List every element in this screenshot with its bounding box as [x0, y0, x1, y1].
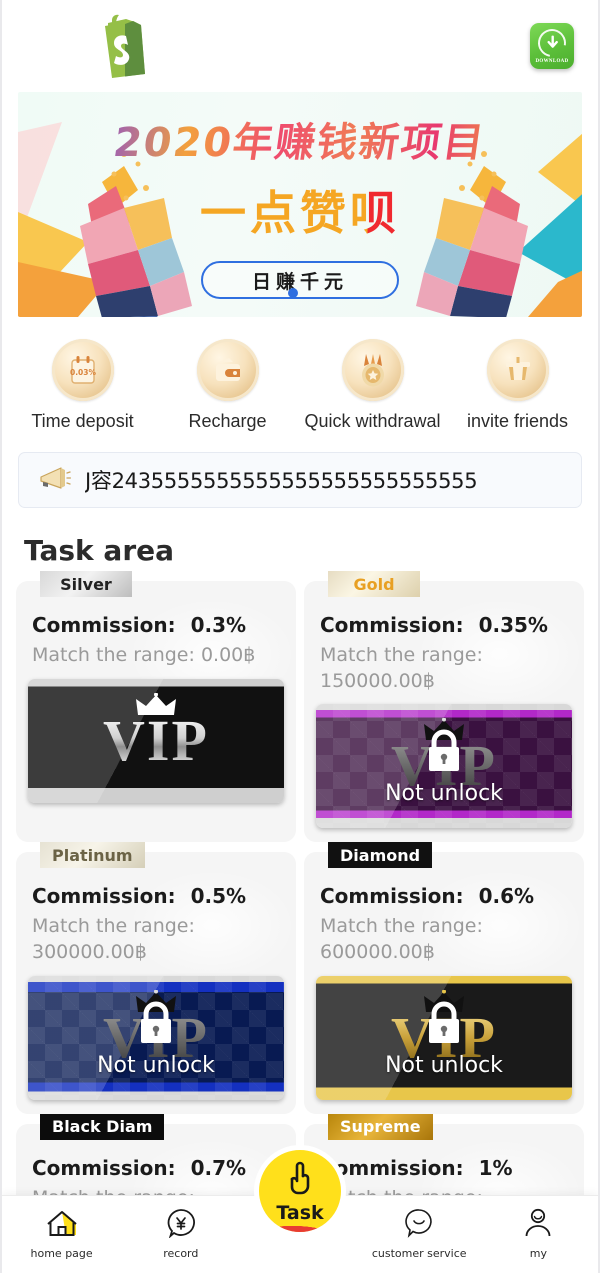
- task-fab-button[interactable]: Task: [254, 1145, 346, 1237]
- yen-circle-icon: [165, 1208, 197, 1243]
- tab-label: customer service: [371, 1247, 467, 1260]
- tab-label: my: [529, 1247, 548, 1260]
- commission-value: 1%: [478, 1155, 513, 1180]
- vip-card-image: VIP: [28, 678, 284, 803]
- crown-icon: [134, 692, 178, 722]
- level-badge: Silver: [40, 571, 132, 597]
- banner-subtitle: 一点赞呗: [18, 177, 582, 243]
- commission-value: 0.7%: [190, 1155, 247, 1180]
- range-label: Match the range:: [32, 644, 195, 666]
- shopify-bag-icon[interactable]: [92, 12, 154, 80]
- quick-action-label: Recharge: [188, 411, 267, 431]
- quick-action-quick-withdrawal[interactable]: Quick withdrawal: [303, 339, 443, 432]
- level-badge: Platinum: [40, 842, 145, 869]
- smiley-chat-icon: [403, 1208, 435, 1243]
- quick-action-invite-friends[interactable]: invite friends: [448, 339, 588, 432]
- svg-text:0.03%: 0.03%: [69, 368, 96, 377]
- level-badge: Diamond: [328, 842, 433, 869]
- commission-label: Commission:: [32, 884, 176, 909]
- level-badge: Black Diam: [40, 1113, 165, 1140]
- task-level-card[interactable]: Gold Commission: 0.35% Match the range: …: [304, 571, 584, 843]
- lock-icon: [422, 726, 466, 779]
- wallet-icon: [196, 339, 259, 401]
- range-label: Match the range:: [320, 644, 483, 666]
- megaphone-icon: [37, 465, 72, 496]
- app-header: DOWNLOAD: [2, 0, 598, 92]
- download-label: DOWNLOAD: [535, 58, 569, 64]
- commission-row: Commission: 0.3%: [32, 613, 284, 637]
- vip-card-image: VIP Not unlock: [316, 704, 572, 829]
- commission-label: Commission:: [32, 613, 176, 637]
- quick-action-label: Time deposit: [31, 411, 134, 431]
- range-value: 150000.00฿: [320, 669, 435, 692]
- commission-row: Commission: 0.5%: [32, 884, 284, 908]
- locked-label: Not unlock: [385, 781, 503, 807]
- page-title: Task area: [24, 534, 175, 567]
- range-label: Match the range:: [320, 915, 483, 938]
- tab-record[interactable]: record: [121, 1196, 240, 1260]
- range-value: 0.00฿: [200, 644, 256, 666]
- person-icon: [522, 1208, 554, 1243]
- tab-label: home page: [30, 1247, 93, 1260]
- range-row: Match the range: 300000.00฿: [32, 914, 284, 965]
- task-level-card[interactable]: Silver Commission: 0.3% Match the range:…: [16, 571, 296, 843]
- quick-actions: 0.03% Time deposit Recharge Quick withdr…: [2, 317, 598, 438]
- vip-card-image: VIP Not unlock: [28, 975, 284, 1100]
- commission-value: 0.6%: [478, 884, 535, 909]
- level-badge: Gold: [328, 571, 420, 597]
- locked-overlay: Not unlock: [316, 704, 572, 828]
- banner-title: 2020年赚钱新项目: [18, 110, 582, 168]
- commission-label: Commission:: [320, 884, 464, 909]
- range-value: 300000.00฿: [32, 940, 147, 963]
- range-row: Match the range: 0.00฿: [32, 643, 284, 669]
- level-badge: Supreme: [328, 1113, 433, 1140]
- range-row: Match the range: 150000.00฿: [320, 643, 572, 694]
- calendar-rate-icon: 0.03%: [51, 339, 114, 401]
- home-icon: [45, 1208, 79, 1243]
- commission-value: 0.35%: [478, 613, 548, 637]
- locked-overlay: Not unlock: [28, 976, 284, 1100]
- tab-customer-service[interactable]: customer service: [360, 1196, 479, 1260]
- tab-my[interactable]: my: [479, 1196, 598, 1260]
- task-fab-label: Task: [276, 1202, 324, 1224]
- notice-bar[interactable]: J容2435555555555555555555555555: [18, 452, 582, 508]
- commission-row: Commission: 0.6%: [320, 884, 572, 908]
- download-arrow-icon: [532, 23, 572, 62]
- app-screen: DOWNLOAD 2020年赚钱新项目 一点赞呗 日赚千元 0.03% Time…: [0, 0, 600, 1273]
- quick-action-label: Quick withdrawal: [304, 411, 441, 431]
- range-value: 600000.00฿: [320, 940, 435, 963]
- commission-label: Commission:: [320, 613, 464, 637]
- banner-dot: [288, 288, 298, 298]
- commission-label: Commission:: [32, 1155, 176, 1180]
- commission-value: 0.3%: [190, 613, 247, 637]
- task-level-card[interactable]: Platinum Commission: 0.5% Match the rang…: [16, 842, 296, 1114]
- download-button[interactable]: DOWNLOAD: [530, 23, 574, 69]
- promo-banner[interactable]: 2020年赚钱新项目 一点赞呗 日赚千元: [18, 92, 582, 317]
- tap-finger-icon: [281, 1158, 319, 1201]
- commission-row: Commission: 0.7%: [32, 1156, 284, 1180]
- medal-icon: [341, 339, 404, 401]
- locked-overlay: Not unlock: [316, 976, 572, 1100]
- locked-label: Not unlock: [385, 1052, 503, 1078]
- commission-value: 0.5%: [190, 884, 247, 909]
- locked-label: Not unlock: [97, 1052, 215, 1078]
- quick-action-time-deposit[interactable]: 0.03% Time deposit: [13, 339, 153, 432]
- notice-text: J容2435555555555555555555555555: [85, 469, 478, 493]
- banner-pill: 日赚千元: [201, 261, 399, 299]
- quick-action-label: invite friends: [466, 411, 569, 431]
- lock-icon: [422, 998, 466, 1051]
- quick-action-recharge[interactable]: Recharge: [158, 339, 298, 432]
- range-row: Match the range: 600000.00฿: [320, 914, 572, 965]
- commission-row: Commission: 0.35%: [320, 613, 572, 637]
- gift-box-icon: [486, 339, 549, 401]
- task-level-card[interactable]: Diamond Commission: 0.6% Match the range…: [304, 842, 584, 1114]
- tab-label: record: [163, 1247, 199, 1260]
- tab-home-page[interactable]: home page: [2, 1196, 121, 1260]
- lock-icon: [134, 998, 178, 1051]
- vip-card-image: VIP Not unlock: [316, 975, 572, 1100]
- commission-row: Commission: 1%: [320, 1156, 572, 1180]
- range-label: Match the range:: [32, 915, 195, 938]
